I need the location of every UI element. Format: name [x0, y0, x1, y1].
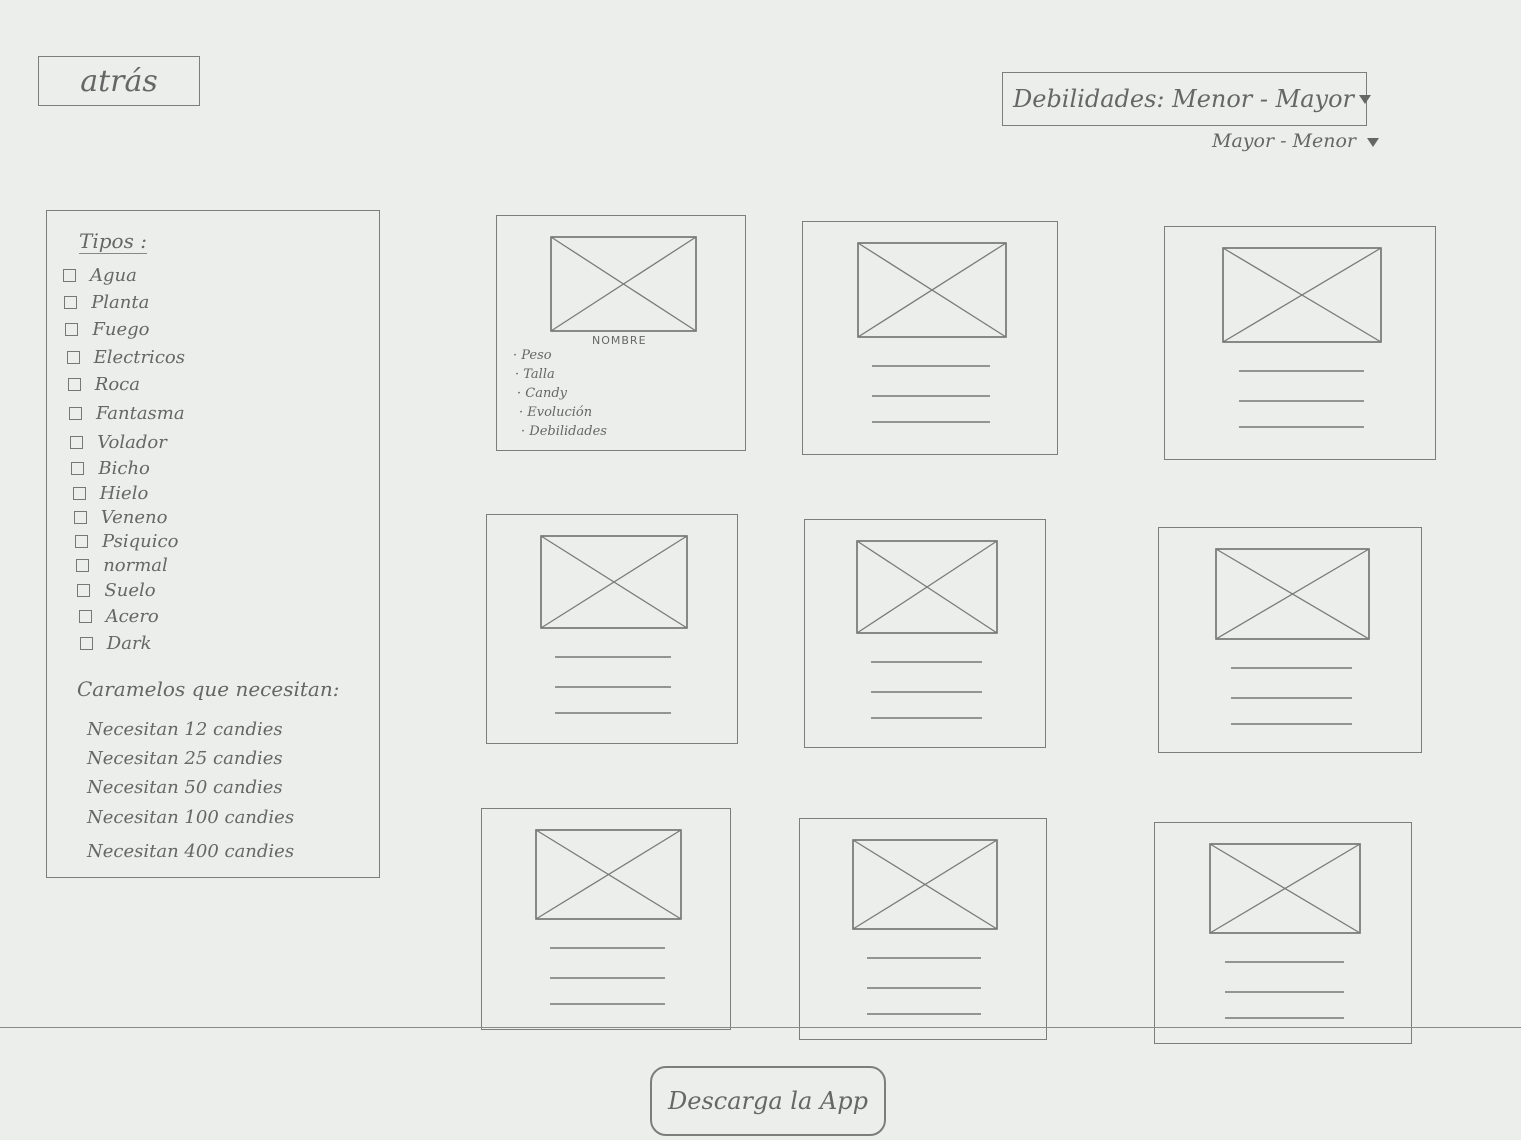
type-filter-item[interactable]: Hielo: [72, 481, 149, 505]
checkbox[interactable]: [70, 435, 84, 449]
sort-selected-option: Menor - Mayor: [1172, 85, 1355, 113]
type-filter-label: Planta: [91, 291, 150, 313]
checkbox[interactable]: [77, 583, 91, 597]
image-placeholder-icon: [550, 236, 697, 332]
type-filter-item[interactable]: Dark: [79, 631, 152, 655]
type-filter-item[interactable]: Volador: [70, 430, 167, 454]
type-filter-label: Fantasma: [96, 402, 185, 424]
filter-panel: Tipos : Agua Planta Fuego Electricos Roca Fan…: [46, 210, 380, 878]
checkbox[interactable]: [63, 268, 76, 282]
checkbox[interactable]: [66, 350, 80, 364]
checkbox[interactable]: [65, 322, 79, 336]
image-placeholder-icon: [852, 839, 998, 930]
sort-option-label: Mayor - Menor: [1212, 130, 1356, 152]
type-filter-item[interactable]: Suelo: [77, 578, 156, 602]
candy-filter-item[interactable]: Necesitan 12 candies: [87, 719, 283, 740]
types-title: Tipos :: [79, 229, 147, 254]
checkbox[interactable]: [75, 534, 88, 548]
type-filter-label: Dark: [106, 632, 152, 654]
checkbox[interactable]: [69, 406, 82, 420]
pokemon-card[interactable]: [804, 519, 1046, 748]
checkbox[interactable]: [79, 636, 93, 650]
type-filter-item[interactable]: Bicho: [71, 456, 150, 480]
sort-option-mayor-menor[interactable]: Mayor - Menor: [1212, 130, 1380, 152]
type-filter-item[interactable]: Acero: [78, 604, 159, 628]
pokemon-attribute: · Talla: [515, 367, 555, 382]
dropdown-arrow-icon: [1367, 137, 1380, 147]
text-placeholder-lines: [872, 365, 990, 423]
divider: [0, 1027, 1521, 1028]
type-filter-label: Electricos: [93, 346, 185, 368]
checkbox[interactable]: [72, 486, 86, 500]
checkbox[interactable]: [73, 510, 87, 524]
image-placeholder-icon: [540, 535, 688, 629]
type-filter-label: Fuego: [92, 318, 150, 340]
candy-filter-item[interactable]: Necesitan 100 candies: [87, 807, 294, 828]
pokemon-name: NOMBRE: [592, 334, 647, 347]
sort-label: Debilidades:: [1013, 85, 1165, 113]
type-filter-item[interactable]: Roca: [67, 372, 140, 396]
pokemon-card[interactable]: [486, 514, 738, 744]
checkbox[interactable]: [78, 609, 92, 623]
checkbox[interactable]: [67, 377, 81, 391]
text-placeholder-lines: [871, 661, 982, 719]
type-filter-item[interactable]: Agua: [63, 263, 137, 287]
image-placeholder-icon: [535, 829, 682, 920]
type-filter-label: Hielo: [99, 482, 149, 504]
text-placeholder-lines: [550, 947, 665, 1005]
type-filter-label: Psiquico: [102, 530, 179, 552]
text-placeholder-lines: [867, 957, 981, 1015]
pokemon-card[interactable]: [802, 221, 1058, 455]
text-placeholder-lines: [1231, 667, 1352, 725]
type-filter-label: normal: [103, 554, 168, 576]
download-app-button[interactable]: Descarga la App: [650, 1066, 886, 1136]
checkbox[interactable]: [64, 295, 78, 309]
image-placeholder-icon: [1215, 548, 1370, 640]
text-placeholder-lines: [555, 656, 671, 714]
checkbox[interactable]: [76, 558, 90, 572]
image-placeholder-icon: [856, 540, 998, 634]
pokemon-attribute: · Candy: [517, 386, 568, 401]
type-filter-label: Bicho: [98, 457, 150, 479]
type-filter-label: Suelo: [104, 579, 156, 601]
image-placeholder-icon: [1209, 843, 1361, 934]
type-filter-item[interactable]: Planta: [64, 290, 149, 314]
image-placeholder-icon: [857, 242, 1007, 338]
type-filter-item[interactable]: Veneno: [73, 505, 168, 529]
dropdown-arrow-icon: [1359, 94, 1372, 104]
pokemon-attribute: · Debilidades: [521, 424, 607, 439]
type-filter-item[interactable]: Psiquico: [75, 529, 178, 553]
type-filter-item[interactable]: Electricos: [66, 345, 185, 369]
pokemon-card[interactable]: [481, 808, 731, 1030]
pokemon-card[interactable]: [1164, 226, 1436, 460]
text-placeholder-lines: [1225, 961, 1344, 1019]
pokemon-attribute: · Peso: [513, 348, 552, 363]
candy-filter-item[interactable]: Necesitan 50 candies: [87, 777, 283, 798]
candy-filter-item[interactable]: Necesitan 25 candies: [87, 748, 283, 769]
text-placeholder-lines: [1239, 370, 1364, 428]
type-filter-item[interactable]: normal: [76, 553, 168, 577]
type-filter-item[interactable]: Fuego: [65, 317, 149, 341]
pokemon-attribute: · Evolución: [519, 405, 593, 420]
sort-dropdown[interactable]: Debilidades: Menor - Mayor: [1002, 72, 1372, 126]
type-filter-label: Volador: [97, 431, 167, 453]
type-filter-label: Veneno: [100, 506, 168, 528]
type-filter-label: Roca: [94, 373, 140, 395]
candies-title: Caramelos que necesitan:: [77, 677, 340, 701]
pokemon-card[interactable]: NOMBRE · Peso · Talla · Candy · Evolución · D…: [496, 215, 746, 451]
type-filter-label: Agua: [90, 264, 137, 286]
candy-filter-item[interactable]: Necesitan 400 candies: [87, 841, 294, 862]
image-placeholder-icon: [1222, 247, 1382, 343]
type-filter-item[interactable]: Fantasma: [69, 401, 185, 425]
back-button[interactable]: atrás: [38, 56, 200, 106]
pokemon-card[interactable]: [1154, 822, 1412, 1044]
pokemon-card[interactable]: [799, 818, 1047, 1040]
pokemon-card[interactable]: [1158, 527, 1422, 753]
checkbox[interactable]: [71, 461, 85, 475]
type-filter-label: Acero: [105, 605, 159, 627]
